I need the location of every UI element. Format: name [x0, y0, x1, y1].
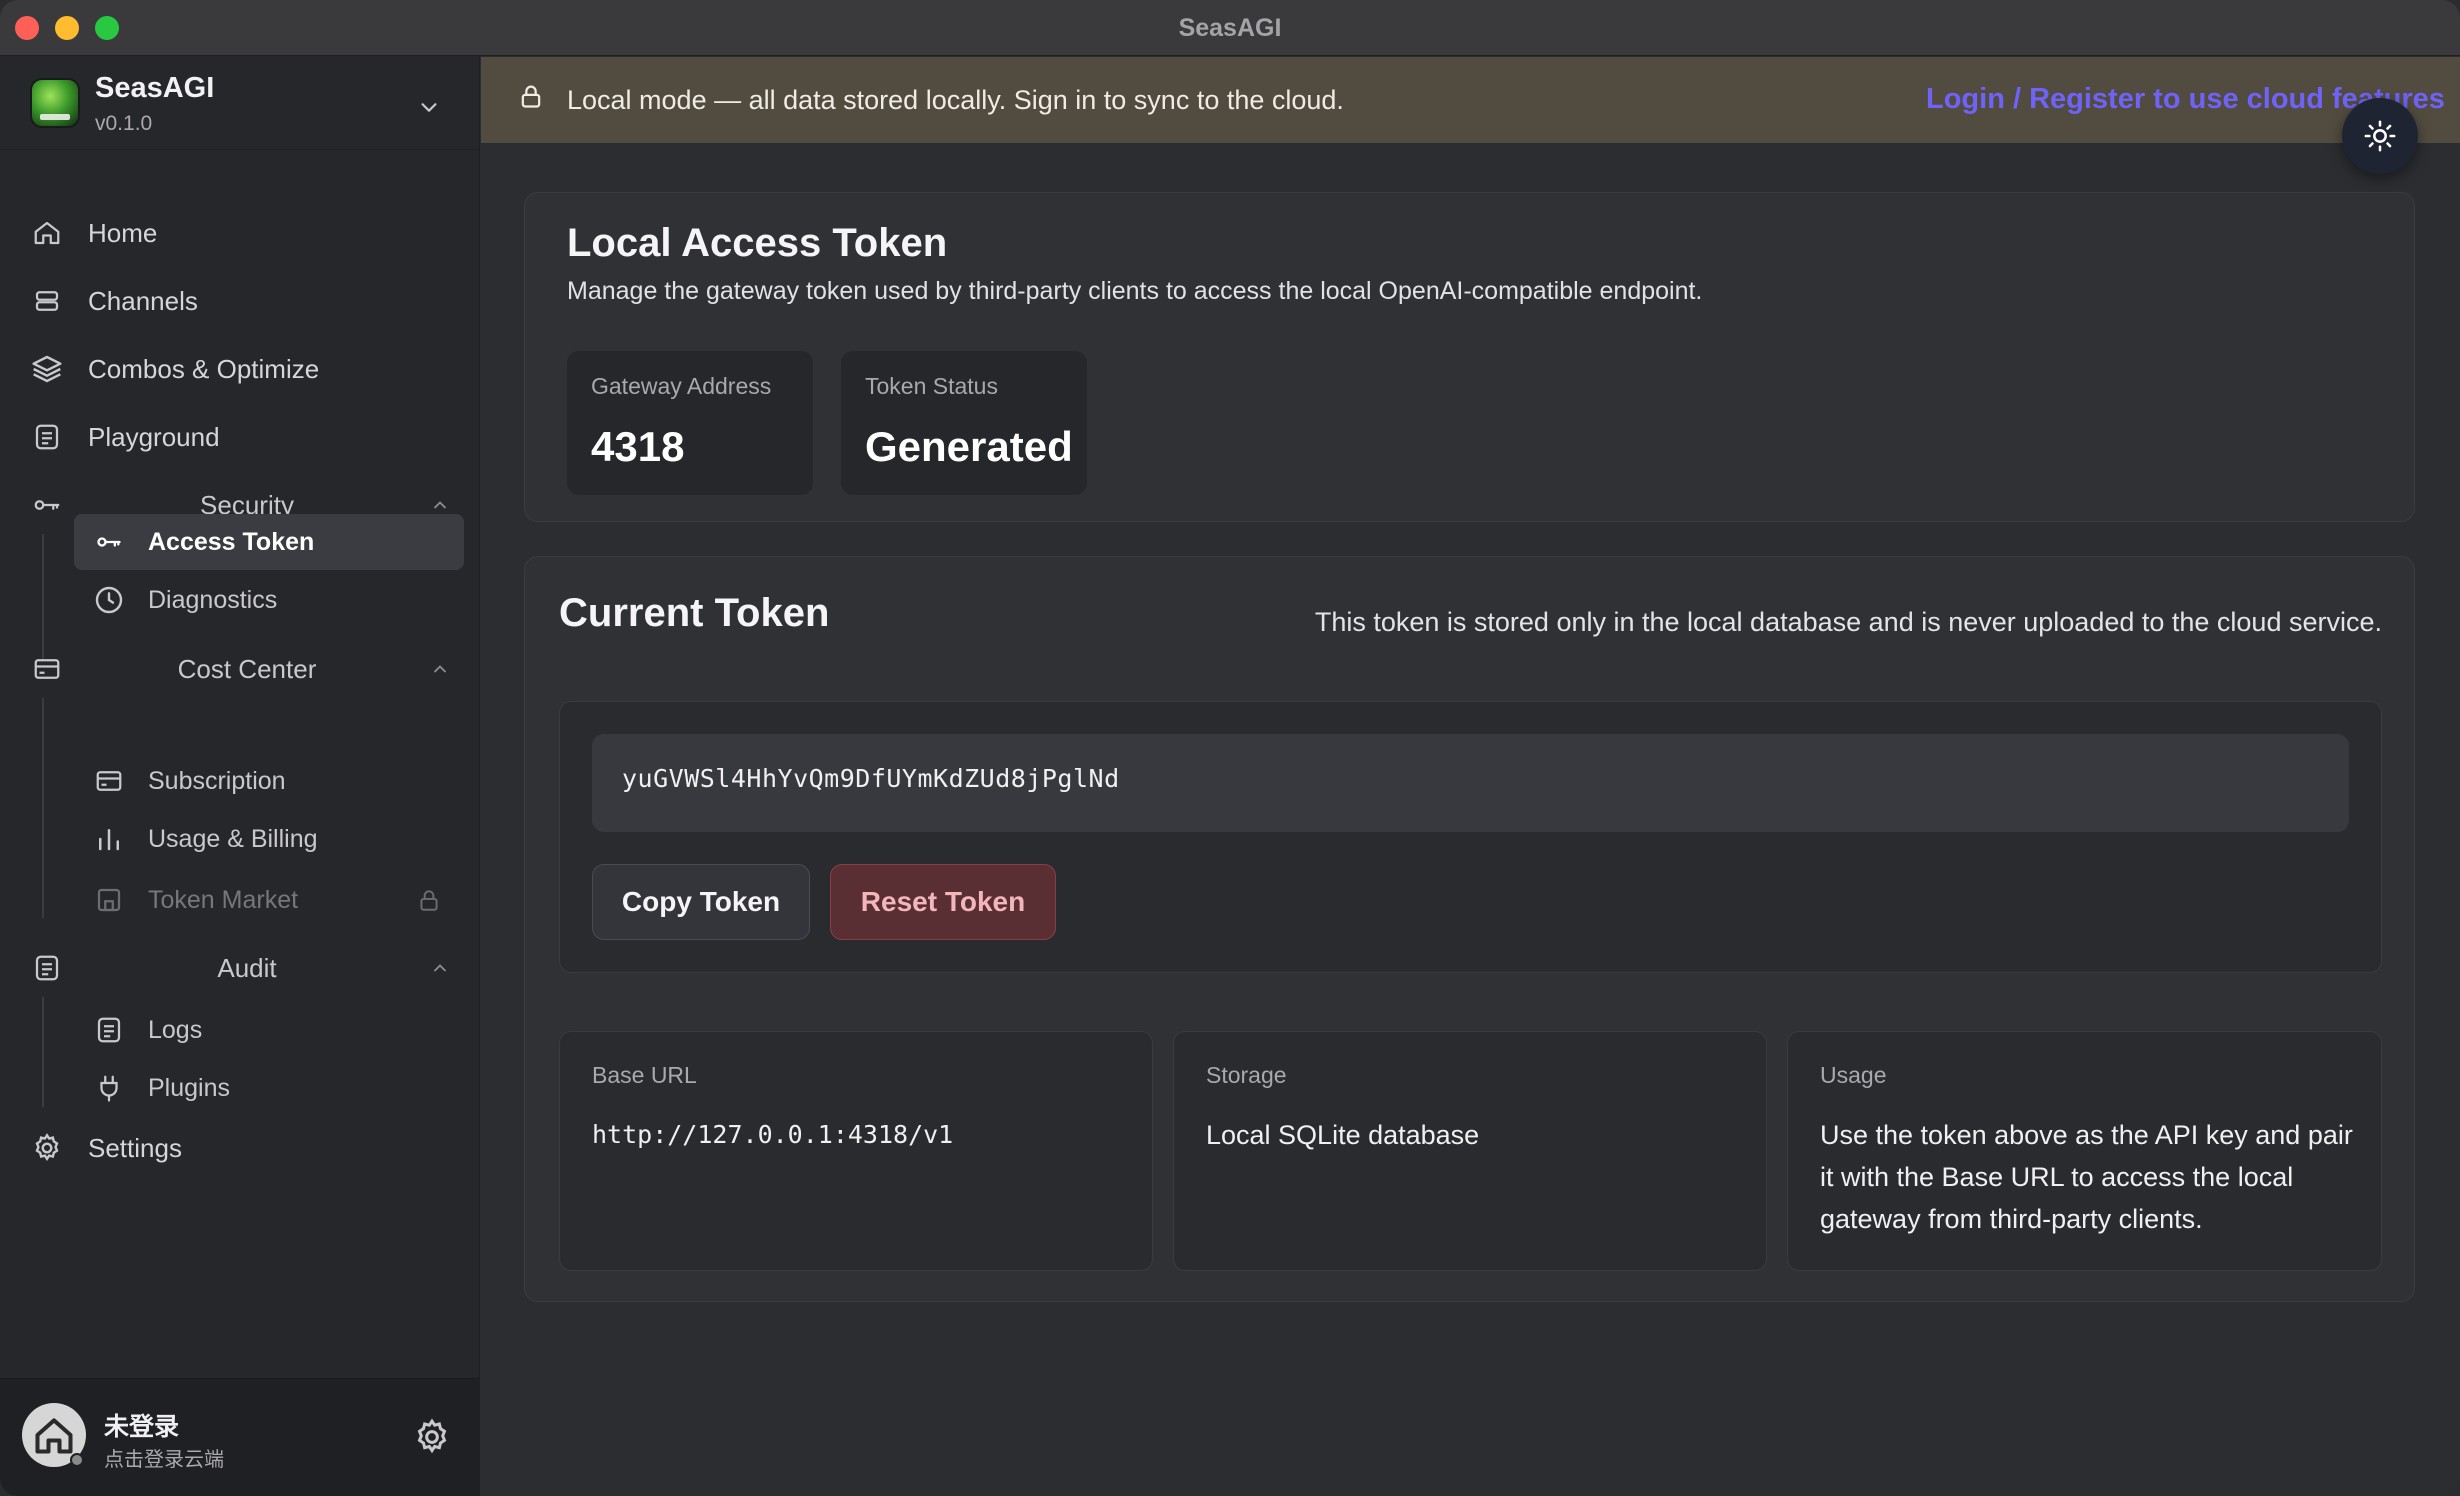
sidebar-item-label: Playground [88, 421, 220, 452]
token-value: yuGVWSl4HhYvQm9DfUYmKdZUd8jPglNd [622, 764, 1120, 793]
user-account-bar[interactable]: 未登录 点击登录云端 [0, 1378, 480, 1496]
sidebar-group-label: Cost Center [177, 653, 317, 684]
sidebar-item-label: Subscription [148, 766, 286, 795]
brand-header[interactable]: SeasAGI v0.1.0 [0, 56, 480, 150]
app-window: SeasAGI SeasAGI v0.1.0 Home Channels Com… [0, 0, 2460, 1496]
copy-token-button[interactable]: Copy Token [592, 864, 810, 940]
gateway-address-stat: Gateway Address 4318 [567, 351, 813, 495]
page-title: Local Access Token [567, 221, 948, 265]
sidebar-item-label: Token Market [148, 885, 299, 914]
storage-note: This token is stored only in the local d… [1314, 607, 2382, 637]
stat-label: Gateway Address [591, 373, 772, 399]
document-icon [30, 951, 64, 985]
sidebar-item-label: Channels [88, 285, 198, 316]
sidebar-item-subscription[interactable]: Subscription [74, 753, 464, 809]
chevron-up-icon [434, 501, 446, 509]
status-dot [70, 1453, 84, 1467]
current-token-card: Current Token This token is stored only … [524, 556, 2415, 1302]
store-icon [92, 883, 126, 917]
usage-value: Use the token above as the API key and p… [1820, 1120, 2353, 1234]
sidebar-item-label: Combos & Optimize [88, 353, 320, 384]
chevron-up-icon [434, 964, 446, 972]
sidebar-item-label: Settings [88, 1132, 182, 1163]
info-label: Base URL [592, 1062, 697, 1088]
local-access-token-card: Local Access Token Manage the gateway to… [524, 192, 2415, 522]
gear-icon[interactable] [412, 1417, 452, 1457]
base-url-value: http://127.0.0.1:4318/v1 [592, 1120, 954, 1149]
sidebar-item-diagnostics[interactable]: Diagnostics [74, 572, 464, 628]
tree-line [42, 698, 44, 918]
section-title: Current Token [559, 591, 830, 635]
bar-chart-icon [92, 822, 126, 856]
credit-card-icon [92, 764, 126, 798]
info-label: Storage [1206, 1062, 1287, 1088]
sidebar-item-logs[interactable]: Logs [74, 1002, 464, 1058]
reset-token-button[interactable]: Reset Token [830, 864, 1056, 940]
sidebar-item-label: Usage & Billing [148, 824, 318, 853]
sidebar-group-audit[interactable]: Audit [30, 942, 450, 994]
sidebar-item-usage-billing[interactable]: Usage & Billing [74, 811, 464, 867]
plug-icon [92, 1071, 126, 1105]
token-display-field[interactable]: yuGVWSl4HhYvQm9DfUYmKdZUd8jPglNd [592, 734, 2349, 832]
sidebar-item-label: Access Token [148, 527, 315, 556]
lock-icon [420, 890, 438, 911]
sidebar-item-channels[interactable]: Channels [30, 275, 198, 327]
user-login-hint: 点击登录云端 [104, 1449, 224, 1471]
sidebar-item-label: Plugins [148, 1073, 230, 1102]
title-bar: SeasAGI [0, 0, 2460, 56]
sidebar-item-settings[interactable]: Settings [30, 1122, 182, 1174]
lock-icon [521, 85, 541, 108]
stat-value: Generated [865, 423, 1073, 470]
sidebar-group-label: Audit [217, 952, 277, 983]
storage-value: Local SQLite database [1206, 1120, 1480, 1150]
server-icon [30, 284, 64, 318]
chevron-up-icon [434, 665, 446, 673]
window-title: SeasAGI [1178, 14, 1282, 42]
tree-line [42, 997, 44, 1107]
local-mode-banner: Local mode — all data stored locally. Si… [481, 57, 2460, 143]
banner-text: Local mode — all data stored locally. Si… [567, 85, 1344, 115]
sidebar-item-access-token[interactable]: Access Token [74, 514, 464, 570]
sun-icon [2364, 120, 2396, 152]
document-icon [92, 1013, 126, 1047]
sidebar-item-token-market[interactable]: Token Market [74, 872, 464, 928]
sidebar-item-label: Home [88, 217, 158, 248]
sidebar-item-playground[interactable]: Playground [30, 411, 220, 463]
app-logo [30, 78, 80, 128]
token-status-stat: Token Status Generated [841, 351, 1087, 495]
theme-toggle-button[interactable] [2342, 98, 2418, 174]
brand-name: SeasAGI [95, 72, 215, 104]
sidebar-item-combos[interactable]: Combos & Optimize [30, 343, 319, 395]
layers-icon [30, 352, 64, 386]
storage-info: Storage Local SQLite database [1173, 1031, 1767, 1271]
sidebar: SeasAGI v0.1.0 Home Channels Combos & Op… [0, 56, 480, 1496]
info-label: Usage [1820, 1062, 1887, 1088]
base-url-info: Base URL http://127.0.0.1:4318/v1 [559, 1031, 1153, 1271]
stat-value: 4318 [591, 423, 685, 470]
chevron-down-icon[interactable] [418, 96, 440, 118]
page-description: Manage the gateway token used by third-p… [567, 277, 1703, 305]
home-icon [35, 1418, 73, 1454]
tree-line [42, 534, 44, 660]
sidebar-item-label: Logs [148, 1015, 203, 1044]
sidebar-group-cost-center[interactable]: Cost Center [30, 643, 450, 695]
clock-icon [92, 583, 126, 617]
token-panel: yuGVWSl4HhYvQm9DfUYmKdZUd8jPglNd Copy To… [559, 701, 2382, 973]
credit-card-icon [30, 652, 64, 686]
sidebar-item-label: Diagnostics [148, 585, 278, 614]
stat-label: Token Status [865, 373, 998, 399]
key-icon [92, 525, 126, 559]
sidebar-item-home[interactable]: Home [30, 207, 157, 259]
sidebar-item-plugins[interactable]: Plugins [74, 1060, 464, 1116]
key-icon [30, 488, 64, 522]
document-icon [30, 420, 64, 454]
gear-icon [30, 1131, 64, 1165]
usage-info: Usage Use the token above as the API key… [1787, 1031, 2382, 1271]
home-icon [30, 216, 64, 250]
user-name: 未登录 [104, 1413, 180, 1441]
brand-version: v0.1.0 [95, 112, 153, 135]
